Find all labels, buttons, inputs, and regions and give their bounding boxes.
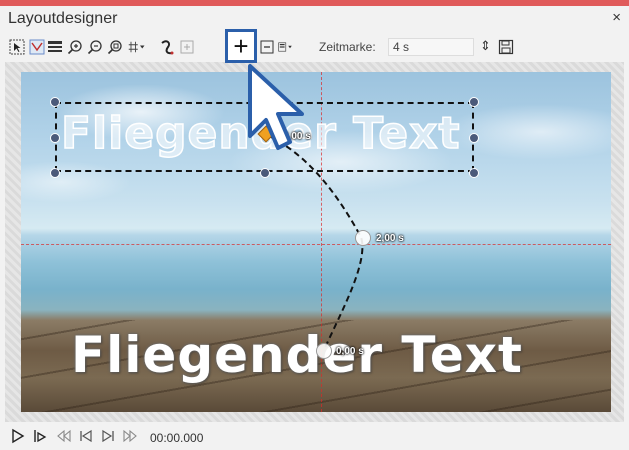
- keyframe-marker[interactable]: [316, 343, 332, 359]
- zoom-out-icon[interactable]: [86, 38, 104, 56]
- save-icon[interactable]: [497, 38, 515, 56]
- select-area-icon[interactable]: [28, 38, 46, 56]
- resize-handle[interactable]: [469, 133, 479, 143]
- rewind-icon[interactable]: [56, 428, 72, 449]
- close-icon[interactable]: ×: [612, 10, 621, 26]
- keyframe-label: 0,00 s: [336, 346, 364, 357]
- zeitmarke-label: Zeitmarke:: [319, 40, 376, 54]
- play-from-cursor-icon[interactable]: [32, 428, 48, 449]
- select-icon[interactable]: [8, 38, 26, 56]
- layout-canvas[interactable]: Fliegender Text Fliegender Text 2,00 s 0…: [21, 72, 611, 412]
- resize-handle[interactable]: [469, 168, 479, 178]
- add-keyframe-button[interactable]: +: [225, 29, 257, 63]
- grid-icon[interactable]: [128, 38, 146, 56]
- time-readout: 00:00.000: [150, 431, 204, 445]
- zeitmarke-input[interactable]: 4 s: [388, 38, 474, 56]
- zoom-fit-icon[interactable]: [106, 38, 124, 56]
- layoutdesigner-window: Layoutdesigner × Zeitmarke: 4 s ⇕ Fliege…: [0, 0, 629, 450]
- titlebar: Layoutdesigner ×: [0, 6, 629, 32]
- mouse-cursor-icon: [246, 62, 312, 165]
- resize-handle[interactable]: [260, 168, 270, 178]
- resize-handle[interactable]: [50, 133, 60, 143]
- toolbar: Zeitmarke: 4 s ⇕: [0, 34, 629, 60]
- resize-handle[interactable]: [50, 168, 60, 178]
- zeitmarke-spinner-icon[interactable]: ⇕: [480, 38, 491, 54]
- keyframe-marker[interactable]: [355, 230, 371, 246]
- align-icon[interactable]: [278, 38, 296, 56]
- forward-icon[interactable]: [122, 428, 138, 449]
- playback-bar: 00:00.000: [0, 426, 629, 450]
- window-title: Layoutdesigner: [8, 10, 118, 27]
- keyframe-label: 2,00 s: [376, 233, 404, 244]
- play-icon[interactable]: [10, 428, 26, 449]
- zoom-in-icon[interactable]: [66, 38, 84, 56]
- remove-keyframe-icon[interactable]: [258, 38, 276, 56]
- next-frame-icon[interactable]: [100, 428, 116, 449]
- small-add-icon[interactable]: [178, 38, 196, 56]
- resize-handle[interactable]: [50, 97, 60, 107]
- resize-handle[interactable]: [469, 97, 479, 107]
- stage-frame: Fliegender Text Fliegender Text 2,00 s 0…: [5, 62, 624, 422]
- lines-icon[interactable]: [46, 38, 64, 56]
- prev-frame-icon[interactable]: [78, 428, 94, 449]
- path-icon[interactable]: [158, 38, 176, 56]
